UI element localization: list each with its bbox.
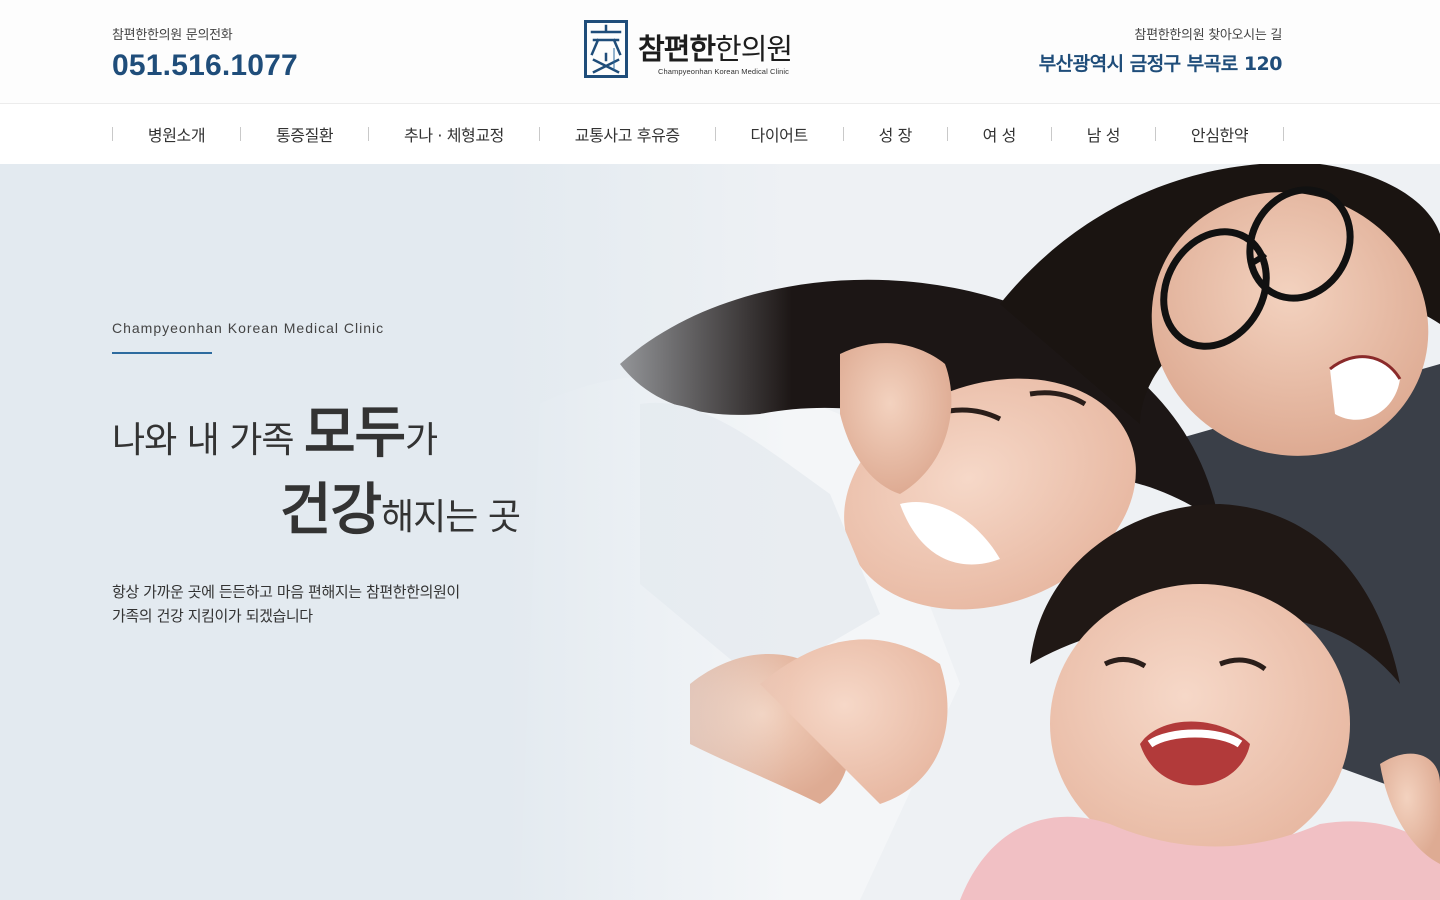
nav-item-women[interactable]: 여 성: [948, 104, 1051, 164]
address-label: 참편한한의원 찾아오시는 길: [1134, 28, 1282, 43]
logo-name: 참편한한의원: [638, 32, 793, 66]
phone-label: 참편한한의원 문의전화: [112, 28, 233, 43]
clinic-logo[interactable]: 참편한한의원 Champyeonhan Korean Medical Clini…: [584, 20, 824, 82]
nav-item-pain[interactable]: 통증질환: [241, 104, 368, 164]
hero-description-line-2: 가족의 건강 지킴이가 되겠습니다: [112, 607, 313, 625]
phone-number[interactable]: 051.516.1077: [112, 49, 298, 83]
nav-item-chuna[interactable]: 추나 · 체형교정: [369, 104, 539, 164]
nav-item-diet[interactable]: 다이어트: [716, 104, 843, 164]
logo-subtitle: Champyeonhan Korean Medical Clinic: [658, 67, 789, 76]
hero-text: Champyeonhan Korean Medical Clinic 나와 내 …: [112, 320, 521, 628]
hero-banner: Champyeonhan Korean Medical Clinic 나와 내 …: [0, 164, 1440, 900]
main-nav: 병원소개 통증질환 추나 · 체형교정 교통사고 후유증 다이어트 성 장 여 …: [0, 104, 1440, 164]
headline-line-1: 나와 내 가족 모두가: [112, 400, 438, 466]
nav-item-men[interactable]: 남 성: [1052, 104, 1155, 164]
nav-divider: [1283, 127, 1285, 141]
hero-eyebrow: Champyeonhan Korean Medical Clinic: [112, 320, 385, 336]
nav-item-herbal[interactable]: 안심한약: [1156, 104, 1283, 164]
headline-line-2: 건강해지는 곳: [280, 477, 521, 543]
hero-description-line-1: 항상 가까운 곳에 든든하고 마음 편해지는 참편한한의원이: [112, 583, 460, 601]
hero-eyebrow-underline: [112, 352, 212, 354]
site-header: 참편한한의원 문의전화 051.516.1077 참편한한의원 Champyeo…: [0, 0, 1440, 104]
hero-headline: 나와 내 가족 모두가 건강해지는 곳: [112, 388, 521, 546]
nav-item-growth[interactable]: 성 장: [844, 104, 947, 164]
hero-description: 항상 가까운 곳에 든든하고 마음 편해지는 참편한한의원이 가족의 건강 지킴…: [112, 580, 520, 628]
contact-block: 참편한한의원 문의전화 051.516.1077: [112, 24, 298, 83]
address-value[interactable]: 부산광역시 금정구 부곡로 120: [1039, 49, 1283, 76]
logo-mark-icon: [584, 20, 628, 78]
address-block: 참편한한의원 찾아오시는 길 부산광역시 금정구 부곡로 120: [1039, 24, 1283, 76]
nav-item-about[interactable]: 병원소개: [113, 104, 240, 164]
nav-item-accident[interactable]: 교통사고 후유증: [540, 104, 715, 164]
